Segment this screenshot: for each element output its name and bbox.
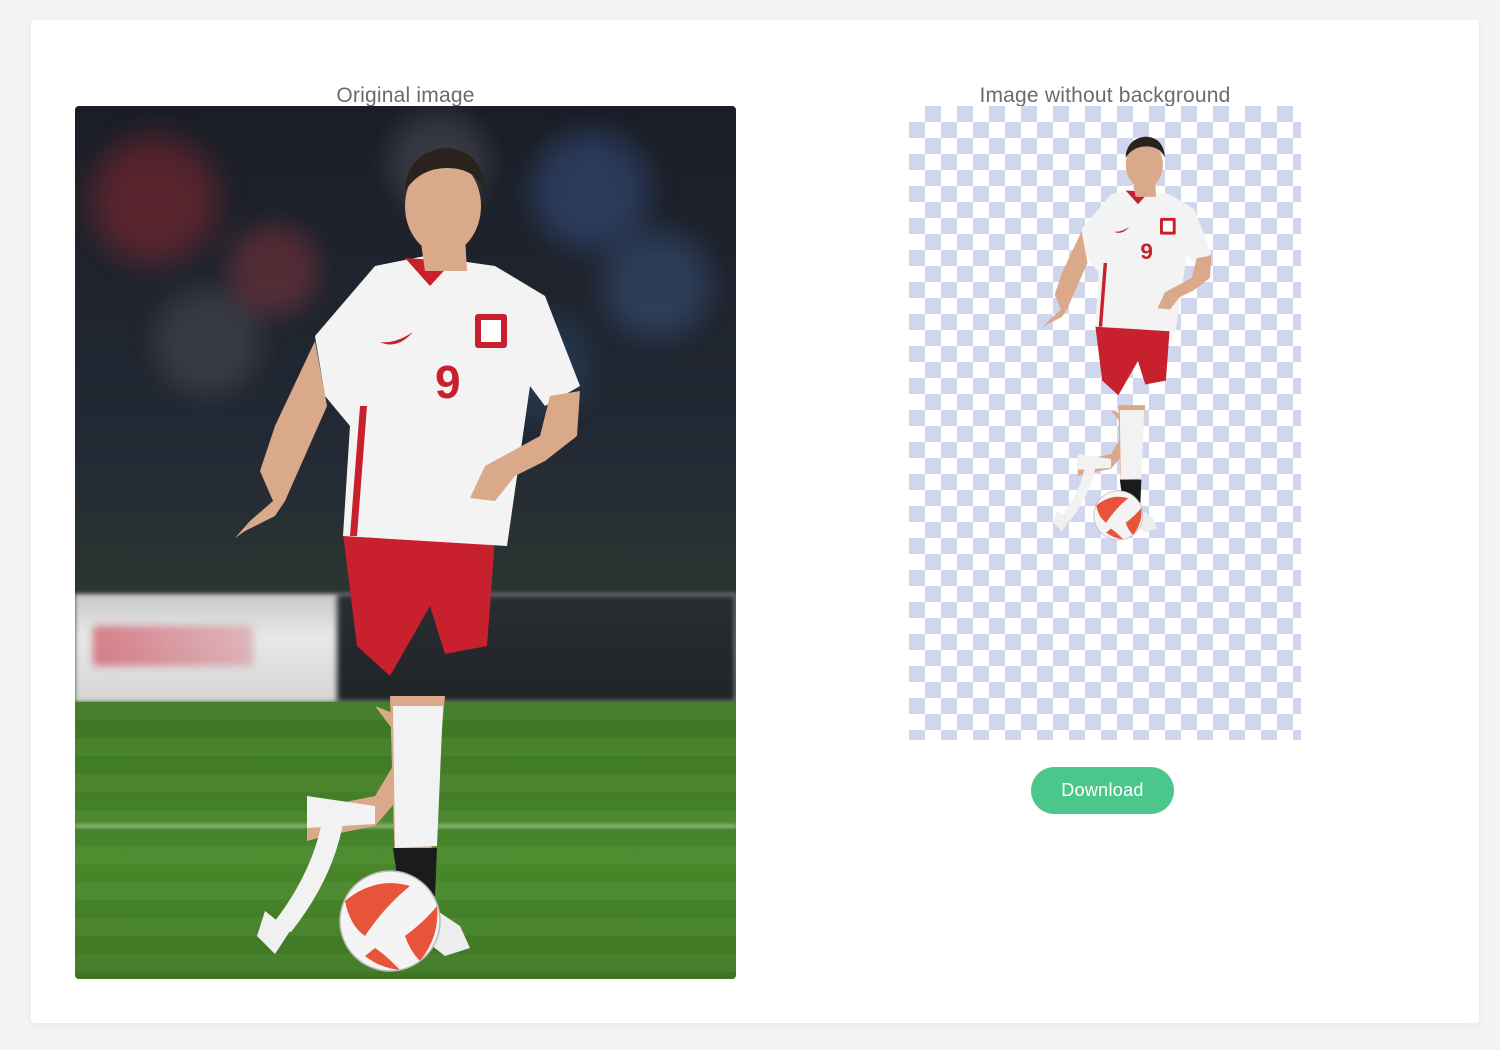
shirt-number: 9 (435, 356, 461, 408)
result-image: 9 (909, 106, 1301, 740)
shirt-number-cutout: 9 (1140, 239, 1153, 264)
player-cutout: 9 (1042, 136, 1212, 541)
original-image: 9 (75, 106, 736, 979)
download-button[interactable]: Download (1031, 767, 1174, 814)
player-figure: 9 (235, 148, 580, 972)
result-image-title: Image without background (979, 84, 1231, 107)
original-image-title: Original image (336, 84, 475, 107)
comparison-card: Original image Image without background (31, 20, 1479, 1023)
